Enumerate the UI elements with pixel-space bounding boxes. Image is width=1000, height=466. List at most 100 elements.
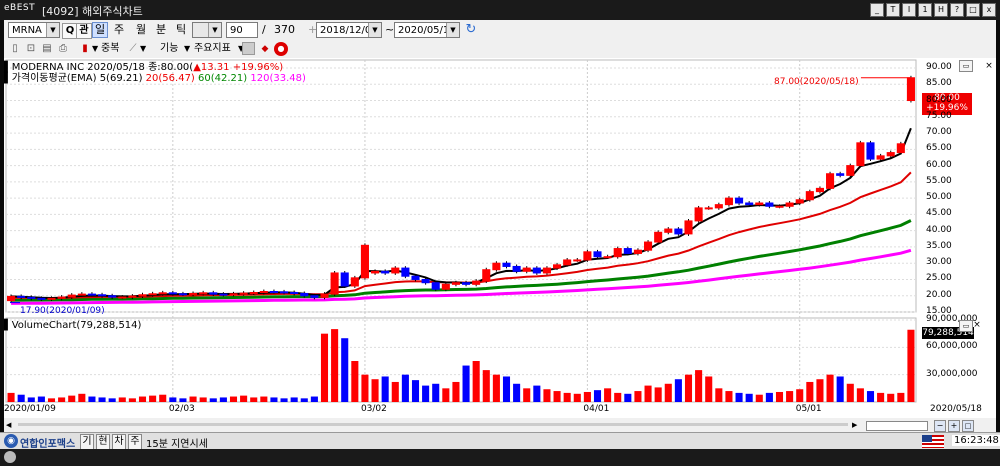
candle-type-icon[interactable]: ▮ (78, 42, 92, 56)
candle-down (27, 296, 36, 299)
data-icon[interactable]: ◆ (258, 42, 272, 56)
reset-zoom-button[interactable]: □ (962, 420, 974, 432)
candle-up (350, 277, 359, 287)
related-button[interactable]: 관 (76, 23, 92, 39)
period-minute-tab[interactable]: 분 (156, 22, 166, 38)
chevron-down-icon[interactable]: ▼ (446, 23, 459, 37)
period-day-tab[interactable]: 일 (92, 22, 109, 38)
volume-panel-close-icon[interactable]: × (972, 320, 982, 330)
volume-panel-menu-button[interactable]: ▭ (959, 320, 973, 332)
toolbar-secondary: ▯ ⊡ ▤ ⎙ ▮ ▼ 중복 ⟋ ▼ 기능 ▼ 주요지표 ▼ ◆ ● (4, 40, 996, 59)
volume-bar-up (240, 395, 248, 402)
candle-up (563, 259, 572, 266)
candle-down (593, 251, 602, 258)
tool-t-button[interactable]: T (886, 3, 900, 17)
overlap-button[interactable]: 중복 (101, 41, 119, 57)
volume-bar-up (583, 391, 591, 402)
volume-bar-down (381, 376, 389, 402)
status-btn-1[interactable]: 기 (80, 434, 94, 450)
maximize-button[interactable]: □ (966, 3, 980, 17)
candle-up (644, 241, 653, 251)
interval-combo[interactable]: ▼ (192, 22, 222, 38)
candle-down (462, 282, 471, 285)
minimize-button[interactable]: _ (870, 3, 884, 17)
status-btn-3[interactable]: 차 (112, 434, 126, 450)
save-icon[interactable]: ▤ (40, 42, 54, 56)
candle-down (411, 275, 420, 280)
candle-up (583, 251, 592, 261)
volume-bar-down (179, 398, 187, 402)
volume-panel-frame (5, 317, 917, 403)
volume-bar-up (128, 398, 136, 402)
vendor-name: 연합인포맥스 (20, 439, 76, 450)
period-month-tab[interactable]: 월 (136, 22, 146, 38)
window-title: [4092] 해외주식차트 (42, 5, 143, 18)
chevron-down-icon[interactable]: ▼ (208, 23, 221, 37)
print-icon[interactable]: ⎙ (56, 42, 70, 56)
volume-bar-up (250, 397, 258, 402)
symbol-combo[interactable]: MRNA ▼ (8, 22, 60, 38)
candle-up (654, 231, 663, 243)
candle-up (67, 294, 76, 298)
volume-bar-down (593, 390, 602, 402)
volume-bar-up (654, 387, 662, 402)
zoom-in-button[interactable]: + (948, 420, 960, 432)
chevron-down-icon[interactable]: ▼ (46, 23, 59, 37)
end-date-combo[interactable]: 2020/05/18 ▼ (394, 22, 460, 38)
candle-up (755, 202, 764, 206)
tool-1-button[interactable]: 1 (918, 3, 932, 17)
volume-tick-label: 30,000,000 (926, 368, 978, 379)
price-tick-label: 25.00 (926, 273, 952, 284)
candle-up (805, 191, 814, 201)
candle-up (613, 248, 622, 258)
tool-h-button[interactable]: H (934, 3, 948, 17)
candle-up (785, 202, 794, 207)
chevron-down-icon[interactable]: ▼ (368, 23, 381, 37)
candle-up (573, 259, 582, 262)
volume-bar-up (149, 395, 157, 402)
chevron-down-icon[interactable]: ▼ (92, 41, 98, 57)
zoom-icon[interactable]: ⊡ (24, 42, 38, 56)
time-tick-label: 02/03 (168, 404, 195, 414)
chevron-down-icon[interactable]: ▼ (184, 41, 190, 57)
volume-bar-down (209, 398, 217, 402)
panel-menu-button[interactable]: ▭ (959, 60, 973, 72)
zoom-slider[interactable] (866, 421, 928, 431)
zoom-out-button[interactable]: − (934, 420, 946, 432)
indicator-menu[interactable]: 주요지표 (194, 41, 231, 57)
help-button[interactable]: ? (950, 3, 964, 17)
color-box-icon[interactable] (242, 42, 255, 55)
close-button[interactable]: x (982, 3, 996, 17)
panel-close-icon[interactable]: × (984, 61, 994, 71)
candle-down (735, 197, 744, 204)
period-week-tab[interactable]: 주 (114, 22, 124, 38)
chevron-down-icon[interactable]: ▼ (140, 41, 146, 57)
function-menu[interactable]: 기능 (160, 41, 178, 57)
period-tick-tab[interactable]: 틱 (176, 22, 186, 38)
candle-down (269, 291, 278, 294)
volume-bar-up (644, 385, 652, 402)
status-indicator-icon (4, 451, 16, 463)
candle-up (896, 143, 905, 154)
scroll-track[interactable] (18, 423, 848, 426)
stop-icon[interactable]: ● (274, 42, 288, 56)
price-tick-label: 65.00 (926, 143, 952, 154)
start-date-combo[interactable]: 2018/12/07 ▼ (316, 22, 382, 38)
scroll-right-icon[interactable]: ▶ (852, 420, 862, 430)
candle-up (199, 292, 208, 295)
candle-up (886, 152, 895, 157)
candle-up (542, 267, 551, 274)
tool-i-button[interactable]: I (902, 3, 916, 17)
candle-up (148, 293, 157, 296)
scroll-left-icon[interactable]: ◀ (6, 420, 16, 430)
status-btn-2[interactable]: 현 (96, 434, 110, 450)
cursor-icon[interactable]: ▯ (8, 42, 22, 56)
status-btn-4[interactable]: 주 (128, 434, 142, 450)
chart-area[interactable]: ▌MODERNA INC 2020/05/18 종:80.00(▲13.31 +… (4, 58, 996, 418)
refresh-icon[interactable]: ↻ (464, 23, 478, 37)
volume-bar-up (856, 388, 864, 402)
line-tool-icon[interactable]: ⟋ (126, 42, 140, 56)
candle-up (259, 291, 268, 294)
volume-bar-up (482, 370, 490, 402)
count-input[interactable]: 90 (226, 22, 258, 38)
